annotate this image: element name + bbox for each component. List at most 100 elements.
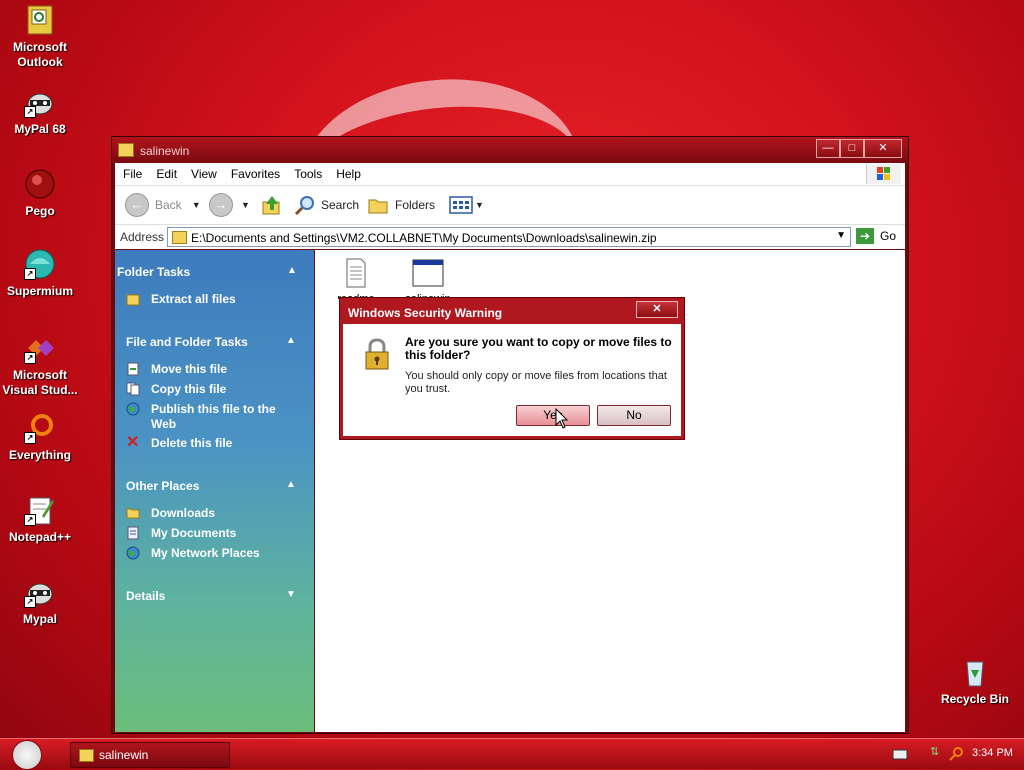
task-copy-file[interactable]: Copy this file: [126, 382, 226, 396]
details-header[interactable]: Details ▼: [126, 589, 296, 603]
keyboard-icon[interactable]: [892, 748, 908, 760]
folder-icon: [126, 508, 140, 519]
task-extract-all[interactable]: Extract all files: [126, 292, 236, 306]
task-move-file[interactable]: Move this file: [126, 362, 227, 376]
my-documents-icon: [127, 526, 139, 540]
dialog-title: Windows Security Warning: [348, 306, 503, 320]
taskbar-window-button[interactable]: salinewin: [70, 742, 230, 768]
desktop-icon-label: Pego: [25, 204, 55, 218]
address-value: E:\Documents and Settings\VM2.COLLABNET\…: [191, 231, 657, 245]
dialog-body: Are you sure you want to copy or move fi…: [343, 324, 681, 436]
menu-tools[interactable]: Tools: [286, 163, 328, 181]
search-label: Search: [321, 198, 360, 212]
place-downloads[interactable]: Downloads: [126, 506, 215, 520]
close-button[interactable]: ✕: [864, 139, 902, 158]
views-button[interactable]: ▼: [449, 193, 484, 217]
task-delete-file[interactable]: ✕ Delete this file: [126, 434, 232, 451]
task-publish-web[interactable]: Publish this file to the Web: [126, 402, 276, 431]
place-my-documents[interactable]: My Documents: [126, 526, 236, 540]
forward-button[interactable]: → ▼: [209, 193, 250, 217]
visual-studio-icon: ↗: [24, 332, 56, 364]
maximize-button[interactable]: □: [840, 139, 864, 158]
start-button[interactable]: [4, 739, 50, 770]
go-button[interactable]: ➔ Go: [856, 228, 896, 244]
back-button[interactable]: ← Back ▼: [125, 193, 201, 217]
file-item-salinewin[interactable]: salinewin: [393, 258, 463, 299]
dialog-question: Are you sure you want to copy or move fi…: [405, 335, 672, 362]
recycle-bin-icon: [959, 656, 991, 688]
place-label: Downloads: [151, 506, 216, 520]
search-button[interactable]: Search: [293, 193, 359, 217]
copy-file-icon: [126, 382, 140, 396]
shortcut-arrow-icon: ↗: [24, 106, 36, 118]
desktop-icon-everything[interactable]: ↗ Everything: [0, 412, 80, 463]
title-bar[interactable]: salinewin — □ ✕: [112, 137, 908, 163]
desktop-icon-label: Everything: [8, 448, 71, 462]
clock[interactable]: 3:34 PM: [972, 747, 1013, 759]
file-folder-tasks-header[interactable]: File and Folder Tasks ▲: [126, 335, 296, 349]
mouse-cursor-icon: [555, 408, 569, 429]
dialog-close-button[interactable]: ✕: [636, 301, 678, 318]
menu-favorites[interactable]: Favorites: [223, 163, 286, 181]
other-places-header[interactable]: Other Places ▲: [126, 479, 296, 493]
task-pane: Folder Tasks ▲ Extract all files File an…: [115, 250, 314, 732]
everything-icon: ↗: [24, 412, 56, 444]
chevron-down-icon[interactable]: ▼: [192, 200, 201, 210]
desktop-icon-supermium[interactable]: ↗ Supermium: [0, 248, 80, 299]
menu-view[interactable]: View: [183, 163, 223, 181]
go-label: Go: [880, 229, 897, 243]
start-orb-icon: [12, 740, 42, 770]
task-label: Web: [151, 417, 177, 431]
globe-icon: [126, 402, 140, 416]
chevron-up-icon: ▲: [286, 335, 296, 346]
no-button[interactable]: No: [597, 405, 671, 426]
dialog-info: You should only copy or move files from …: [405, 370, 667, 395]
desktop-icon-label: Microsoft: [13, 368, 67, 382]
desktop-icon-mypal68[interactable]: ↗ MyPal 68: [0, 86, 80, 137]
outlook-icon: [24, 4, 56, 36]
yes-button[interactable]: Yes: [516, 405, 590, 426]
desktop-icon-recycle-bin[interactable]: Recycle Bin: [935, 656, 1015, 707]
delete-x-icon: ✕: [126, 434, 140, 451]
task-label: Publish this file to the: [151, 402, 276, 416]
address-input[interactable]: E:\Documents and Settings\VM2.COLLABNET\…: [167, 227, 851, 247]
desktop-icon-mypal[interactable]: ↗ Mypal: [0, 576, 80, 627]
minimize-button[interactable]: —: [816, 139, 840, 158]
desktop-icon-label: Mypal: [22, 612, 57, 626]
file-item-readme[interactable]: readme: [321, 258, 391, 299]
network-globe-icon: [126, 546, 140, 560]
shortcut-arrow-icon: ↗: [24, 596, 36, 608]
chevron-down-icon[interactable]: ▼: [241, 200, 250, 210]
program-window-icon: [412, 259, 444, 287]
shortcut-arrow-icon: ↗: [24, 432, 36, 444]
folders-icon: [368, 199, 388, 214]
place-my-network[interactable]: My Network Places: [126, 546, 260, 560]
desktop-icon-notepadpp[interactable]: ↗ Notepad++: [0, 494, 80, 545]
menu-file[interactable]: File: [115, 163, 148, 181]
folders-label: Folders: [395, 198, 436, 212]
file-folder-tasks-title: File and Folder Tasks: [126, 335, 248, 349]
chevron-down-icon: ▼: [286, 589, 296, 600]
folders-button[interactable]: Folders: [367, 193, 435, 217]
folder-tasks-header[interactable]: Folder Tasks ▲: [117, 265, 297, 279]
network-tray-icon[interactable]: ⇅: [930, 745, 939, 758]
chevron-down-icon[interactable]: ▼: [836, 230, 846, 241]
desktop-icon-pego[interactable]: Pego: [0, 168, 80, 219]
task-label: Extract all files: [151, 292, 236, 306]
desktop-icon-visual-studio[interactable]: ↗ Microsoft Visual Stud...: [0, 332, 80, 398]
back-arrow-icon: ←: [125, 193, 149, 217]
address-bar: Address E:\Documents and Settings\VM2.CO…: [115, 225, 905, 249]
search-icon: [294, 196, 314, 216]
desktop-icon-label: Recycle Bin: [940, 692, 1010, 706]
up-folder-button[interactable]: [261, 193, 283, 217]
desktop-icon-label: Notepad++: [8, 530, 71, 544]
menu-help[interactable]: Help: [328, 163, 367, 181]
address-label: Address: [120, 230, 165, 244]
raccoon-icon: ↗: [24, 86, 56, 118]
folder-zip-icon: [79, 749, 94, 762]
search-tray-icon[interactable]: [948, 746, 964, 762]
place-label: My Network Places: [151, 546, 260, 560]
desktop-icon-outlook[interactable]: Microsoft Outlook: [0, 4, 80, 70]
taskbar-window-label: salinewin: [99, 748, 149, 762]
menu-edit[interactable]: Edit: [148, 163, 183, 181]
